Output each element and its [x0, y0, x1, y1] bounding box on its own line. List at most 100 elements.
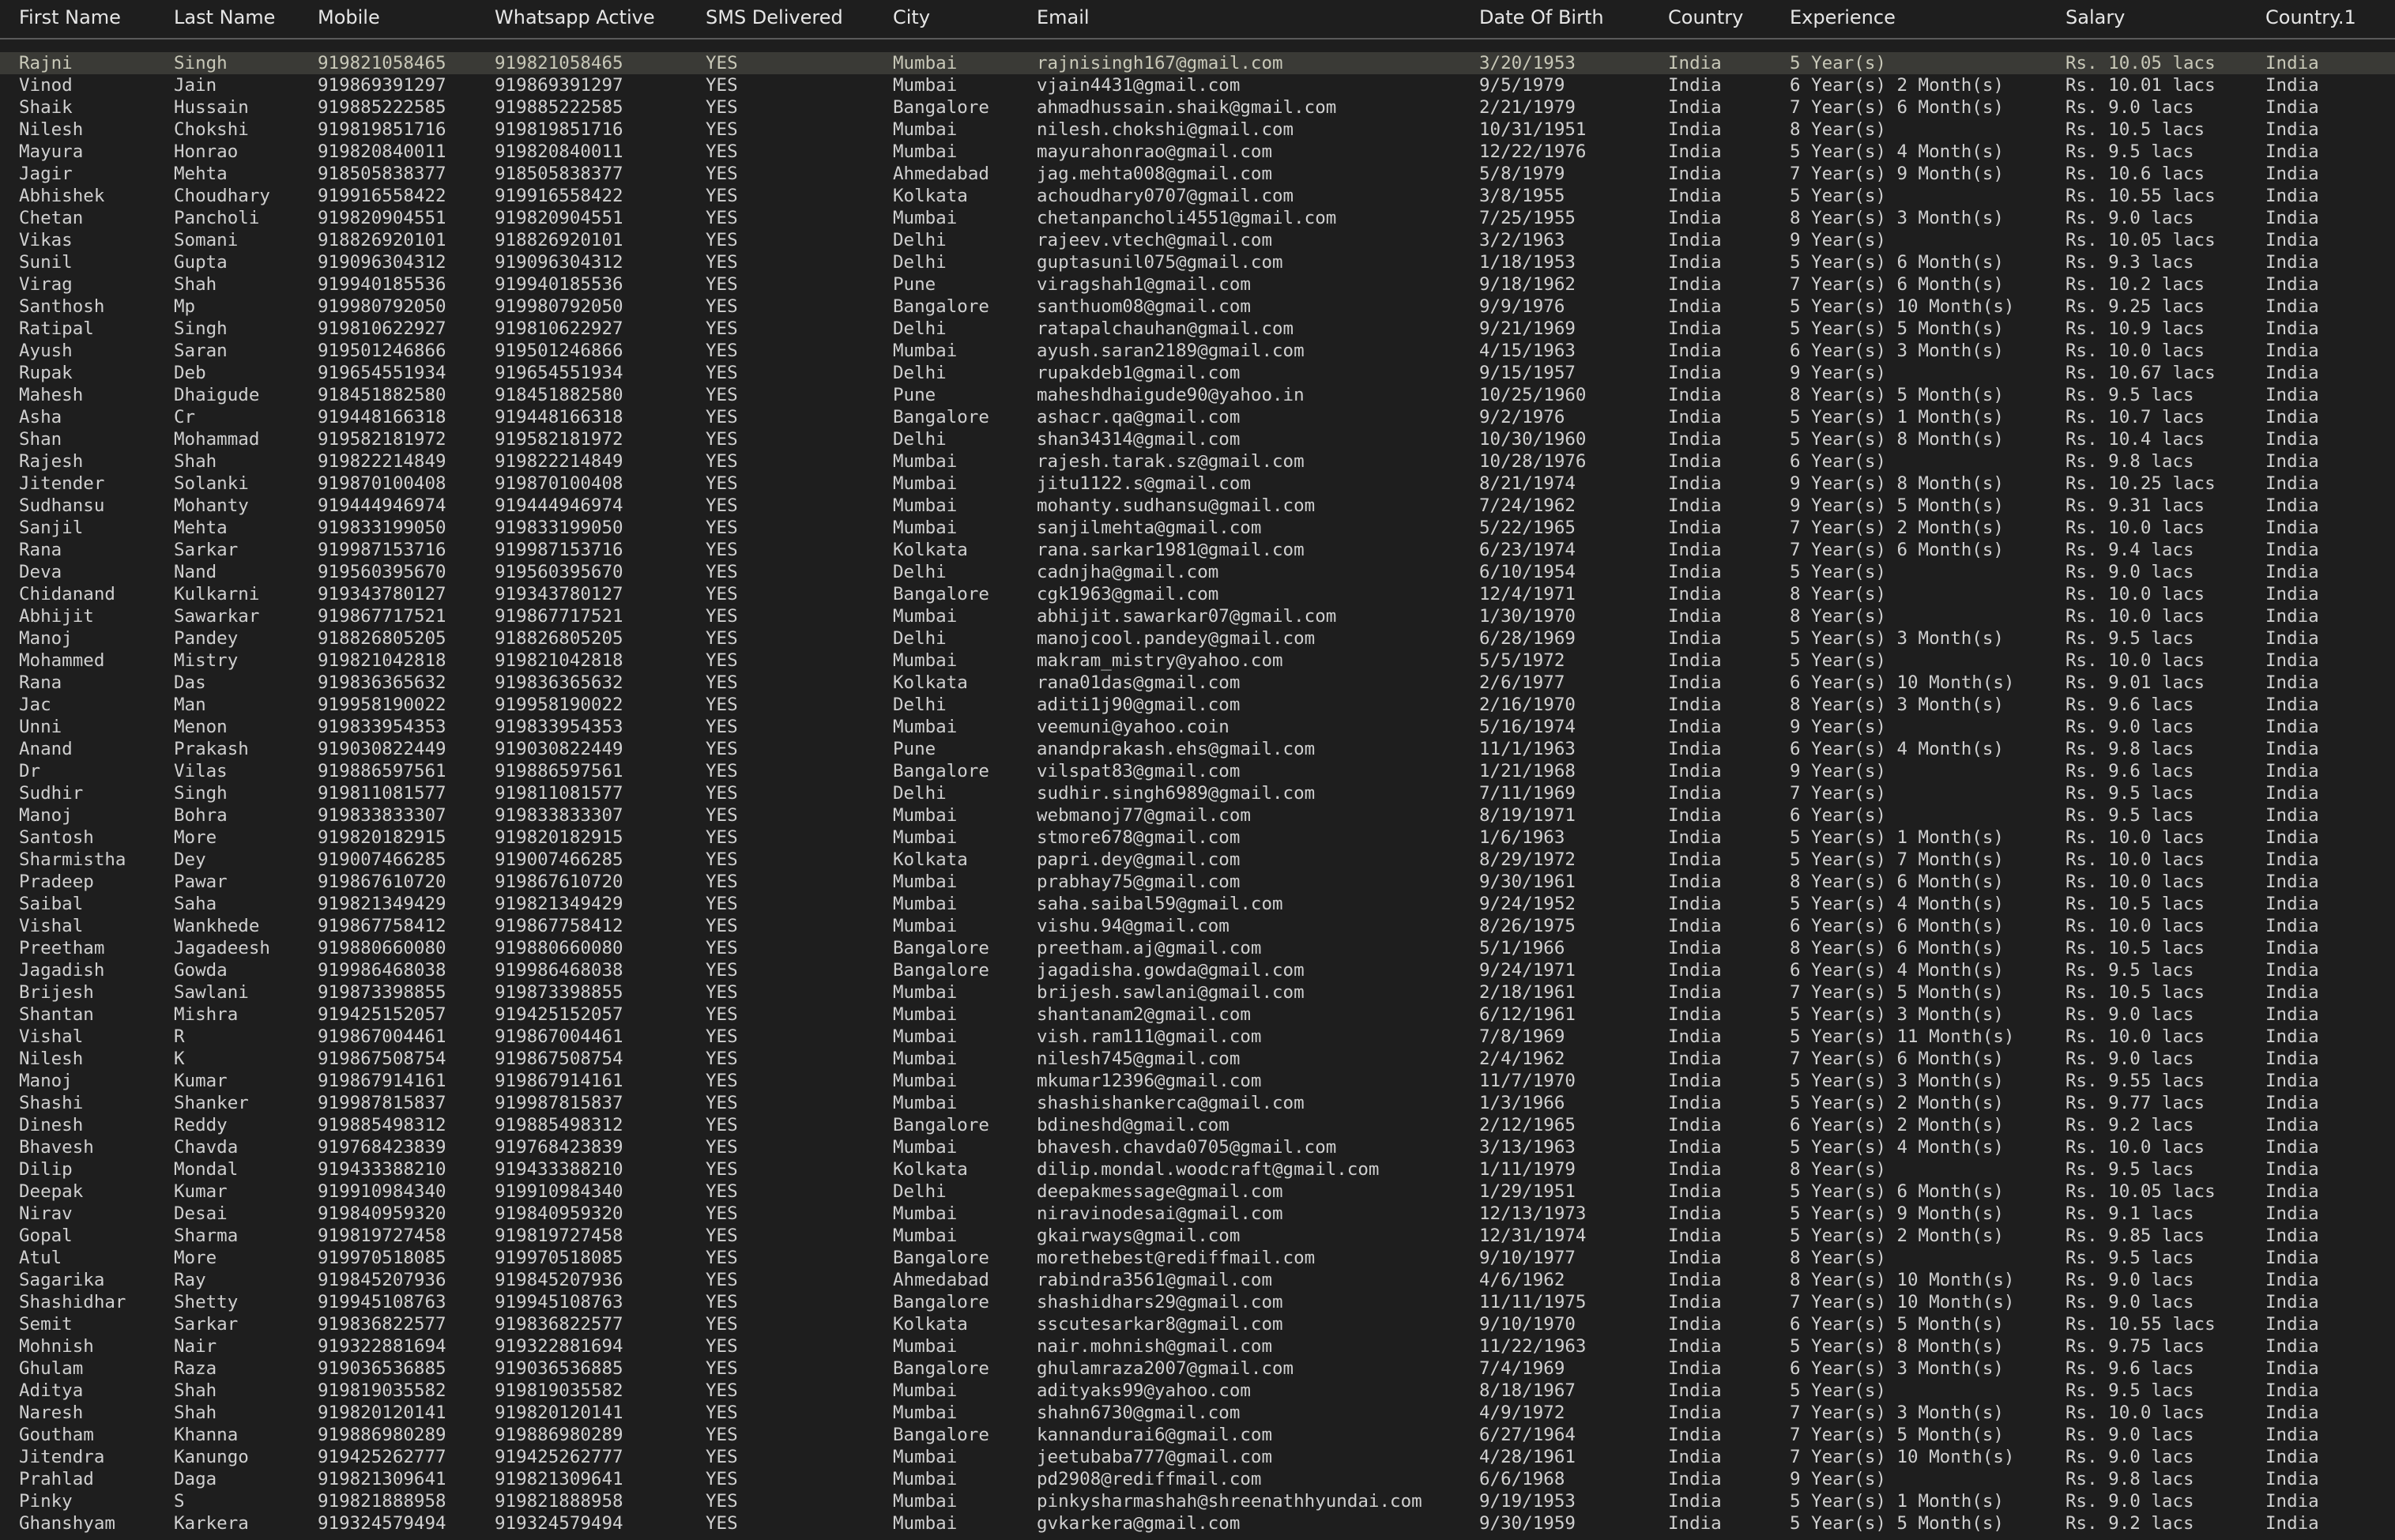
table-row[interactable]: Saibal Saha 919821349429 919821349429 YES Mum… [0, 893, 2395, 915]
cell-first-name: Shantan [19, 1004, 94, 1025]
table-row[interactable]: Sharmistha Dey 919007466285 919007466285 YES… [0, 849, 2395, 871]
table-row[interactable]: Pradeep Pawar 919867610720 919867610720 YES M… [0, 871, 2395, 893]
table-row[interactable]: Sudhir Singh 919811081577 919811081577 YES De… [0, 782, 2395, 804]
cell-first-name: Jitendra [19, 1447, 105, 1467]
table-row[interactable]: Anand Prakash 919030822449 919030822449 YES P… [0, 738, 2395, 760]
table-row[interactable]: Vikas Somani 918826920101 918826920101 YES De… [0, 229, 2395, 251]
column-header-city[interactable]: City [893, 6, 930, 28]
table-row[interactable]: Gopal Sharma 919819727458 919819727458 YES Mu… [0, 1225, 2395, 1247]
table-row[interactable]: Bhavesh Chavda 919768423839 919768423839 YES… [0, 1136, 2395, 1158]
table-row[interactable]: Jitender Solanki 919870100408 919870100408 Y… [0, 473, 2395, 495]
table-row[interactable]: Pinky S 919821888958 919821888958 YES Mumbai p… [0, 1490, 2395, 1512]
column-header-email[interactable]: Email [1037, 6, 1090, 28]
table-row[interactable]: Vishal Wankhede 919867758412 919867758412 YE… [0, 915, 2395, 937]
table-row[interactable]: Shashidhar Shetty 919945108763 919945108763… [0, 1291, 2395, 1313]
column-header-salary[interactable]: Salary [2065, 6, 2125, 28]
table-row[interactable]: Shantan Mishra 919425152057 919425152057 YES… [0, 1003, 2395, 1026]
cell-salary: Rs. 9.8 lacs [2065, 739, 2194, 759]
column-header-sms-delivered[interactable]: SMS Delivered [706, 6, 843, 28]
table-row[interactable]: Chidanand Kulkarni 919343780127 91934378012… [0, 583, 2395, 605]
cell-experience: 5 Year(s) 1 Month(s) [1790, 407, 2004, 427]
column-header-country-1[interactable]: Country.1 [2265, 6, 2356, 28]
table-row[interactable]: Unni Menon 919833954353 919833954353 YES Mumb… [0, 716, 2395, 738]
cell-country: India [1668, 186, 1722, 206]
column-header-whatsapp-active[interactable]: Whatsapp Active [495, 6, 655, 28]
table-row[interactable]: Preetham Jagadeesh 919880660080 91988066008… [0, 937, 2395, 959]
table-row[interactable]: Rupak Deb 919654551934 919654551934 YES Delhi… [0, 362, 2395, 384]
table-row[interactable]: Jitendra Kanungo 919425262777 919425262777 Y… [0, 1446, 2395, 1468]
cell-email: preetham.aj@gmail.com [1037, 938, 1262, 958]
table-row[interactable]: Naresh Shah 919820120141 919820120141 YES Mum… [0, 1402, 2395, 1424]
table-row[interactable]: Shan Mohammad 919582181972 919582181972 YES D… [0, 428, 2395, 450]
table-row[interactable]: Goutham Khanna 919886980289 919886980289 YES… [0, 1424, 2395, 1446]
table-row[interactable]: Deepak Kumar 919910984340 919910984340 YES De… [0, 1180, 2395, 1203]
cell-date-of-birth: 1/3/1966 [1479, 1093, 1565, 1113]
table-row[interactable]: Santosh More 919820182915 919820182915 YES Mu… [0, 826, 2395, 849]
table-row[interactable]: Mayura Honrao 919820840011 919820840011 YES M… [0, 141, 2395, 163]
cell-first-name: Santosh [19, 827, 94, 848]
table-row[interactable]: Jac Man 919958190022 919958190022 YES Delhi ad… [0, 694, 2395, 716]
table-row[interactable]: Chetan Pancholi 919820904551 919820904551 YE… [0, 207, 2395, 229]
cell-whatsapp-active: 919833199050 [495, 518, 623, 538]
table-row[interactable]: Manoj Pandey 918826805205 918826805205 YES De… [0, 627, 2395, 650]
table-row[interactable]: Manoj Kumar 919867914161 919867914161 YES Mum… [0, 1070, 2395, 1092]
column-header-date-of-birth[interactable]: Date Of Birth [1479, 6, 1604, 28]
cell-first-name: Abhishek [19, 186, 105, 206]
table-row[interactable]: Rajesh Shah 919822214849 919822214849 YES Mum… [0, 450, 2395, 473]
cell-date-of-birth: 6/23/1974 [1479, 540, 1576, 560]
table-row[interactable]: Dilip Mondal 919433388210 919433388210 YES Ko… [0, 1158, 2395, 1180]
table-row[interactable]: Santhosh Mp 919980792050 919980792050 YES Ban… [0, 296, 2395, 318]
cell-email: prabhay75@gmail.com [1037, 872, 1241, 892]
table-row[interactable]: Brijesh Sawlani 919873398855 919873398855 YE… [0, 981, 2395, 1003]
table-row[interactable]: Ghulam Raza 919036536885 919036536885 YES Ban… [0, 1357, 2395, 1380]
column-header-first-name[interactable]: First Name [19, 6, 121, 28]
column-header-last-name[interactable]: Last Name [174, 6, 275, 28]
table-row[interactable]: Shaik Hussain 919885222585 919885222585 YES B… [0, 96, 2395, 119]
table-row[interactable]: Ratipal Singh 919810622927 919810622927 YES D… [0, 318, 2395, 340]
cell-city: Mumbai [893, 451, 958, 472]
table-row[interactable]: Mohnish Nair 919322881694 919322881694 YES Mu… [0, 1335, 2395, 1357]
column-header-mobile[interactable]: Mobile [318, 6, 380, 28]
table-row[interactable]: Mahesh Dhaigude 918451882580 918451882580 YE… [0, 384, 2395, 406]
table-row[interactable]: Virag Shah 919940185536 919940185536 YES Pune… [0, 273, 2395, 296]
table-row[interactable]: Ayush Saran 919501246866 919501246866 YES Mum… [0, 340, 2395, 362]
table-row[interactable]: Prahlad Daga 919821309641 919821309641 YES Mu… [0, 1468, 2395, 1490]
table-row[interactable]: Nilesh Chokshi 919819851716 919819851716 YES… [0, 119, 2395, 141]
table-row[interactable]: Deva Nand 919560395670 919560395670 YES Delhi… [0, 561, 2395, 583]
cell-first-name: Shan [19, 429, 62, 450]
column-header-country[interactable]: Country [1668, 6, 1743, 28]
table-row[interactable]: Rana Das 919836365632 919836365632 YES Kolkat… [0, 672, 2395, 694]
table-row[interactable]: Jagir Mehta 918505838377 918505838377 YES Ahm… [0, 163, 2395, 185]
table-row[interactable]: Sanjil Mehta 919833199050 919833199050 YES Mu… [0, 517, 2395, 539]
table-row[interactable]: Semit Sarkar 919836822577 919836822577 YES Ko… [0, 1313, 2395, 1335]
table-row[interactable]: Atul More 919970518085 919970518085 YES Banga… [0, 1247, 2395, 1269]
table-row[interactable]: Rana Sarkar 919987153716 919987153716 YES Kol… [0, 539, 2395, 561]
table-row[interactable]: Vinod Jain 919869391297 919869391297 YES Mumb… [0, 74, 2395, 96]
table-row[interactable]: Asha Cr 919448166318 919448166318 YES Bangalo… [0, 406, 2395, 428]
table-row[interactable]: Nirav Desai 919840959320 919840959320 YES Mum… [0, 1203, 2395, 1225]
table-row[interactable]: Mohammed Mistry 919821042818 919821042818 YE… [0, 650, 2395, 672]
cell-salary: Rs. 9.3 lacs [2065, 252, 2194, 273]
table-row[interactable]: Rajni Singh 919821058465 919821058465 YES Mum… [0, 52, 2395, 74]
cell-salary: Rs. 9.31 lacs [2065, 495, 2205, 516]
table-row[interactable]: Shashi Shanker 919987815837 919987815837 YES… [0, 1092, 2395, 1114]
cell-experience: 8 Year(s) [1790, 606, 1886, 627]
table-row[interactable]: Dr Vilas 919886597561 919886597561 YES Bangal… [0, 760, 2395, 782]
table-row[interactable]: Dinesh Reddy 919885498312 919885498312 YES Ba… [0, 1114, 2395, 1136]
table-row[interactable]: Sunil Gupta 919096304312 919096304312 YES Del… [0, 251, 2395, 273]
table-row[interactable]: Manoj Bohra 919833833307 919833833307 YES Mum… [0, 804, 2395, 826]
table-row[interactable]: Abhishek Choudhary 919916558422 91991655842… [0, 185, 2395, 207]
table-row[interactable]: Jagadish Gowda 919986468038 919986468038 YES… [0, 959, 2395, 981]
table-row[interactable]: Sagarika Ray 919845207936 919845207936 YES Ah… [0, 1269, 2395, 1291]
cell-country-1: India [2265, 606, 2319, 627]
table-row[interactable]: Abhijit Sawarkar 919867717521 919867717521 Y… [0, 605, 2395, 627]
table-row[interactable]: Ghanshyam Karkera 919324579494 919324579494… [0, 1512, 2395, 1534]
cell-country: India [1668, 385, 1722, 405]
cell-first-name: Sudhansu [19, 495, 105, 516]
table-row[interactable]: Nilesh K 919867508754 919867508754 YES Mumbai… [0, 1048, 2395, 1070]
table-row[interactable]: Aditya Shah 919819035582 919819035582 YES Mum… [0, 1380, 2395, 1402]
column-header-experience[interactable]: Experience [1790, 6, 1896, 28]
table-row[interactable]: Vishal R 919867004461 919867004461 YES Mumbai… [0, 1026, 2395, 1048]
cell-whatsapp-active: 919819727458 [495, 1226, 623, 1246]
table-row[interactable]: Sudhansu Mohanty 919444946974 919444946974 Y… [0, 495, 2395, 517]
